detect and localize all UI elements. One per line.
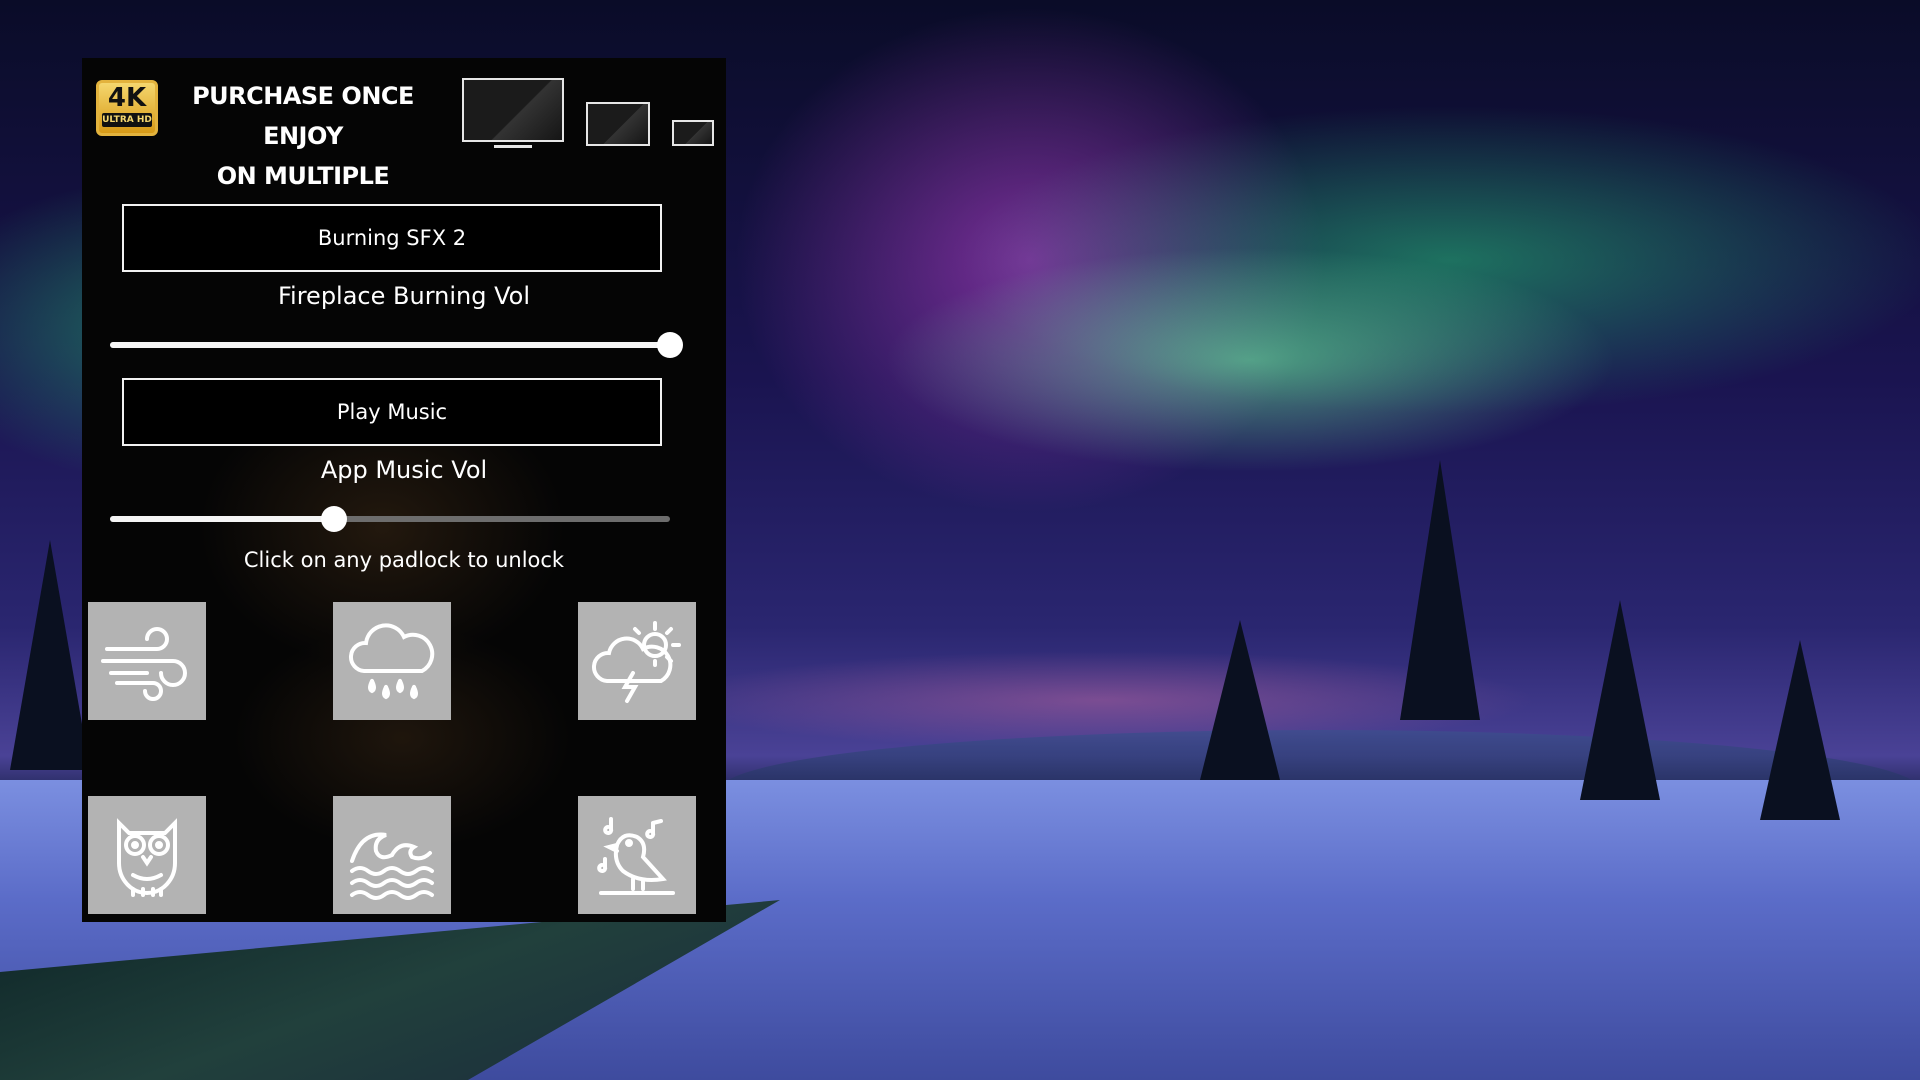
badge-main-text: 4K (107, 83, 147, 113)
music-volume-label: App Music Vol (320, 456, 488, 484)
tv-device-icon (462, 78, 564, 148)
promo-banner[interactable]: 4K ULTRA HD PURCHASE ONCE ENJOY ON MULTI… (82, 58, 726, 230)
badge-sub-text: ULTRA HD (102, 113, 152, 127)
fireplace-volume-slider[interactable] (110, 332, 683, 358)
singing-bird-icon (597, 817, 675, 895)
slider-thumb[interactable] (321, 506, 347, 532)
promo-line-1: PURCHASE ONCE ENJOY (192, 82, 414, 150)
burning-sfx-button[interactable]: Burning SFX 2 (122, 204, 662, 272)
slider-fill (110, 516, 334, 522)
tablet-device-icon (586, 102, 650, 146)
slider-fill (110, 342, 670, 348)
rain-cloud-icon (348, 623, 435, 700)
rain-sound-tile[interactable] (333, 602, 451, 720)
phone-device-icon (672, 120, 714, 146)
fireplace-volume-label: Fireplace Burning Vol (277, 282, 530, 310)
unlock-hint: Click on any padlock to unlock (243, 548, 565, 572)
aurora-background: 4K ULTRA HD PURCHASE ONCE ENJOY ON MULTI… (0, 0, 1920, 1080)
control-panel: 4K ULTRA HD PURCHASE ONCE ENJOY ON MULTI… (82, 58, 726, 922)
wind-icon (101, 627, 187, 701)
ocean-sound-tile[interactable] (333, 796, 451, 914)
owl-sound-tile[interactable] (88, 796, 206, 914)
music-volume-slider[interactable] (110, 506, 670, 532)
background-tree (1580, 600, 1660, 800)
background-tree (10, 540, 90, 770)
background-tree (1760, 640, 1840, 820)
thunderstorm-sun-icon (591, 621, 681, 703)
background-tree (1200, 620, 1280, 780)
ocean-waves-icon (350, 832, 434, 900)
slider-thumb[interactable] (657, 332, 683, 358)
play-music-button[interactable]: Play Music (122, 378, 662, 446)
bird-song-sound-tile[interactable] (578, 796, 696, 914)
thunderstorm-sound-tile[interactable] (578, 602, 696, 720)
wind-sound-tile[interactable] (88, 602, 206, 720)
4k-ultra-hd-badge: 4K ULTRA HD (96, 80, 158, 136)
owl-icon (117, 818, 177, 897)
background-tree (1400, 460, 1480, 720)
